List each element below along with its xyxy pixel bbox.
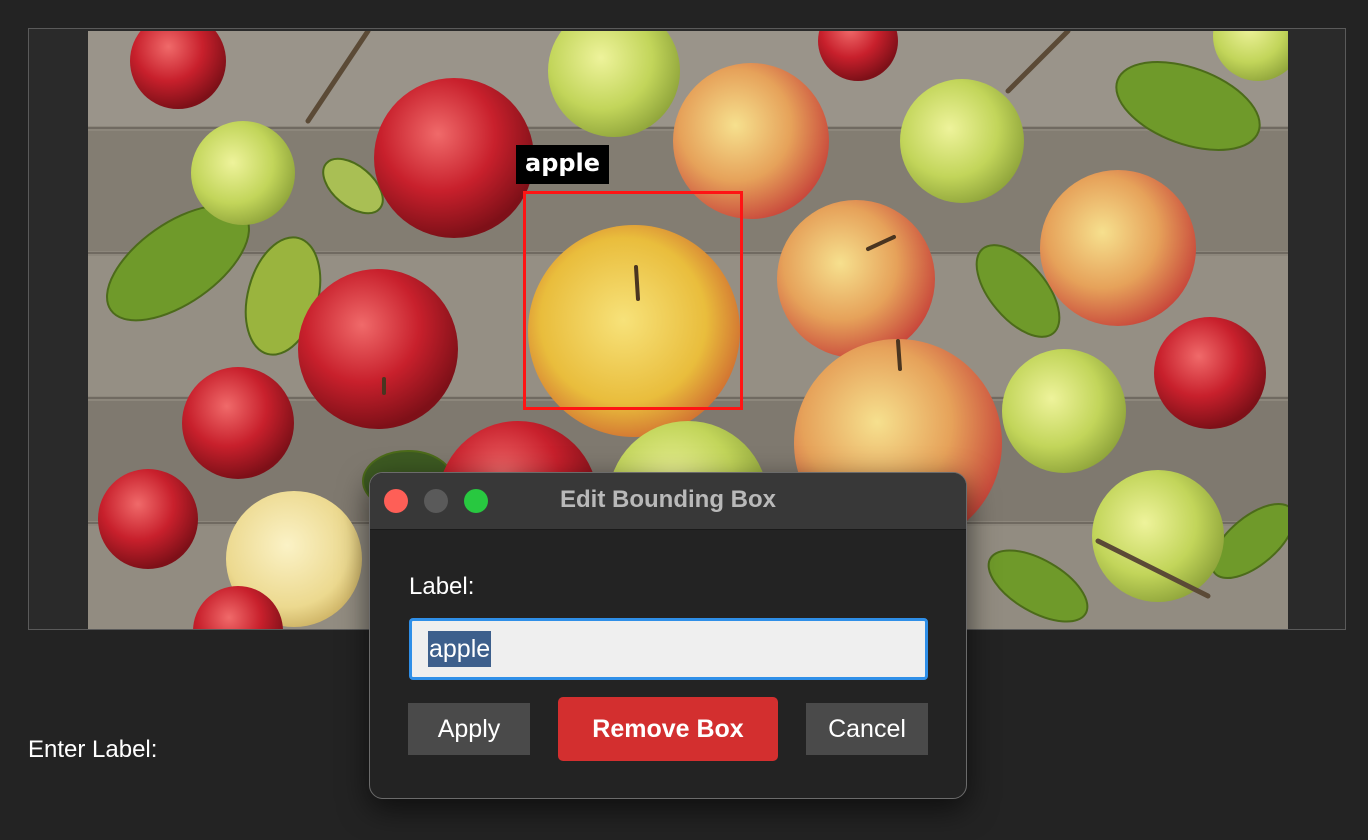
bounding-box-label: apple [516, 145, 610, 184]
edit-bounding-box-dialog: Edit Bounding Box Label: apple Apply Rem… [369, 472, 967, 799]
remove-box-button[interactable]: Remove Box [558, 697, 778, 761]
label-field-caption: Label: [409, 573, 475, 600]
bounding-box[interactable] [523, 191, 743, 410]
label-input[interactable] [409, 618, 928, 680]
enter-label-text: Enter Label: [28, 736, 158, 763]
cancel-button[interactable]: Cancel [806, 703, 928, 755]
dialog-titlebar[interactable]: Edit Bounding Box [370, 473, 966, 530]
apply-button[interactable]: Apply [408, 703, 530, 755]
dialog-title: Edit Bounding Box [560, 486, 776, 513]
